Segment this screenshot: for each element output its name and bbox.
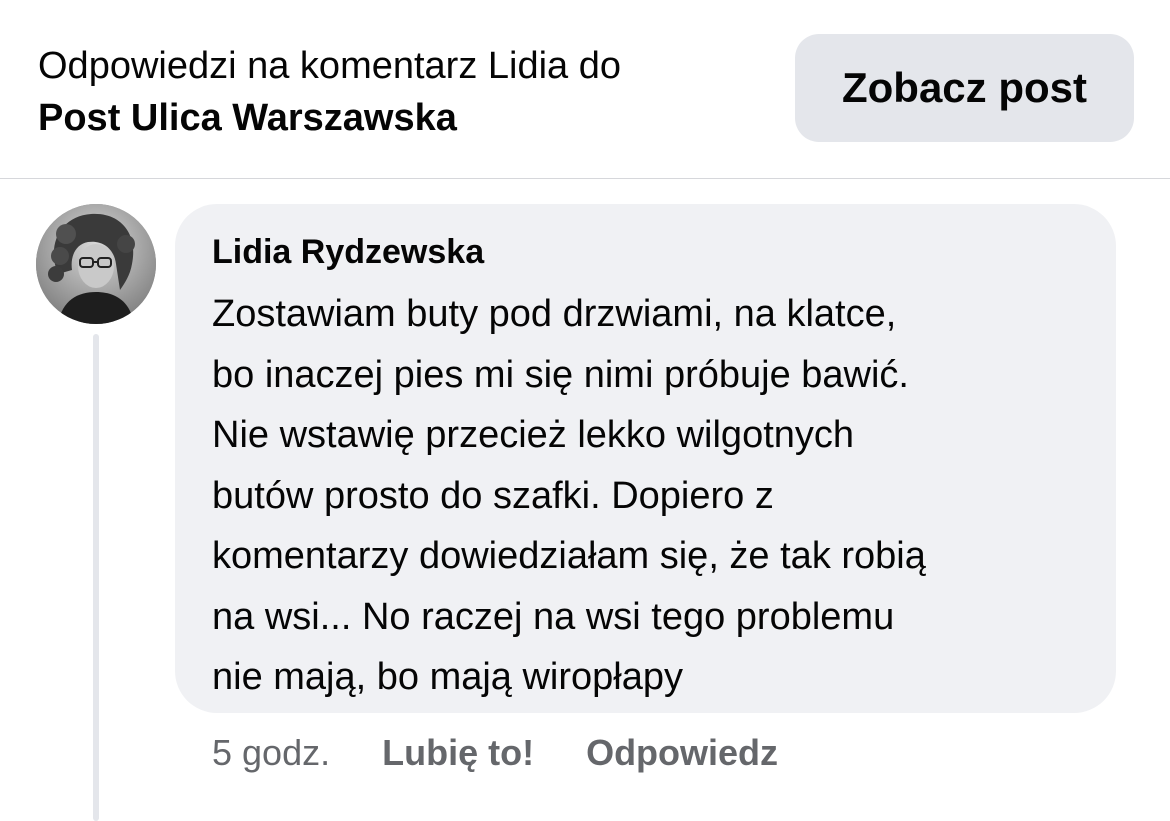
page-title: Odpowiedzi na komentarz Lidia do Post Ul… (38, 40, 758, 144)
header: Odpowiedzi na komentarz Lidia do Post Ul… (0, 0, 1170, 179)
comment-author[interactable]: Lidia Rydzewska (212, 230, 1080, 274)
avatar-photo (36, 204, 156, 324)
comment-timestamp[interactable]: 5 godz. (212, 732, 330, 774)
view-post-button[interactable]: Zobacz post (795, 34, 1134, 142)
comment-text: Zostawiam buty pod drzwiami, na klatce, … (212, 293, 926, 698)
like-button[interactable]: Lubię to! (382, 732, 534, 774)
post-name: Post Ulica Warszawska (38, 97, 457, 139)
reply-button[interactable]: Odpowiedz (586, 732, 778, 774)
thread-line (93, 334, 99, 821)
comment-replies-page: Odpowiedzi na komentarz Lidia do Post Ul… (0, 0, 1170, 821)
title-context: Odpowiedzi na komentarz Lidia do (38, 45, 622, 87)
comment-actions: 5 godz. Lubię to! Odpowiedz (212, 728, 830, 778)
avatar[interactable] (36, 204, 156, 324)
comment-bubble[interactable]: Lidia Rydzewska Zostawiam buty pod drzwi… (175, 204, 1116, 713)
